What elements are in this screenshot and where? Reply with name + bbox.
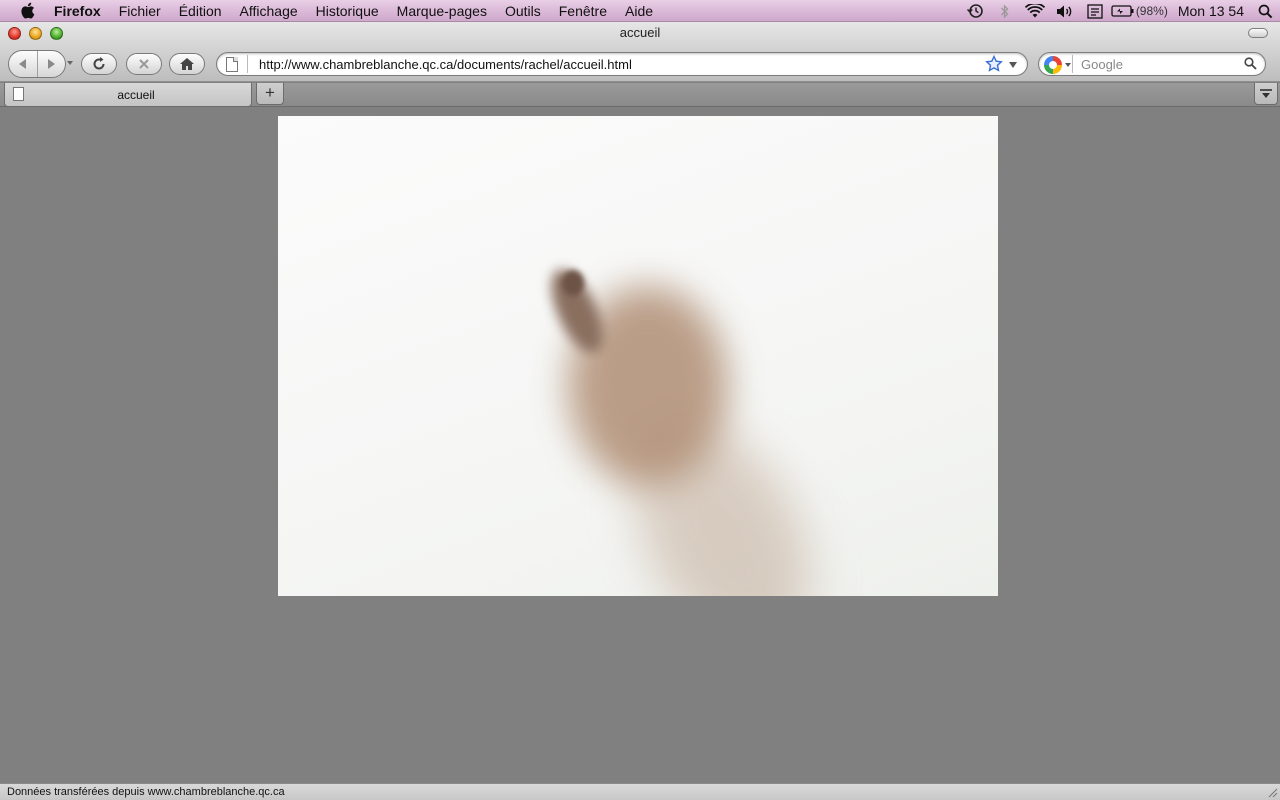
volume-icon[interactable] <box>1050 0 1080 22</box>
input-menu-icon[interactable] <box>1080 0 1110 22</box>
url-bar[interactable]: http://www.chambreblanche.qc.ca/document… <box>216 52 1028 76</box>
photo-fingertip <box>562 270 584 296</box>
menu-marque-pages[interactable]: Marque-pages <box>388 0 496 22</box>
bookmark-star-icon[interactable] <box>985 55 1003 73</box>
menu-aide[interactable]: Aide <box>616 0 662 22</box>
tab-accueil[interactable]: accueil <box>4 83 252 107</box>
window-title: accueil <box>619 25 661 40</box>
menu-edition[interactable]: Édition <box>170 0 231 22</box>
status-bar: Données transférées depuis www.chambrebl… <box>0 783 1280 800</box>
url-separator <box>247 55 248 73</box>
back-arrow-icon <box>18 59 26 69</box>
menu-affichage[interactable]: Affichage <box>231 0 307 22</box>
wifi-icon[interactable] <box>1020 0 1050 22</box>
menu-fichier[interactable]: Fichier <box>110 0 170 22</box>
tab-label: accueil <box>117 88 155 102</box>
list-all-tabs-button[interactable] <box>1254 83 1278 105</box>
toolbar-toggle-button[interactable] <box>1248 28 1268 38</box>
google-engine-icon[interactable] <box>1044 56 1062 74</box>
window-chrome: accueil http://www.chambreblanche.qc.ca/… <box>0 22 1280 82</box>
reload-icon <box>93 57 105 70</box>
tab-strip: accueil + <box>0 83 1280 107</box>
home-button[interactable] <box>169 53 205 75</box>
url-text[interactable]: http://www.chambreblanche.qc.ca/document… <box>259 57 632 72</box>
search-magnifier-icon[interactable] <box>1244 57 1257 70</box>
menu-extras: (98%) Mon 13 54 <box>960 0 1280 22</box>
time-machine-icon[interactable] <box>960 0 990 22</box>
battery-percentage: (98%) <box>1135 4 1168 18</box>
page-identity-icon[interactable] <box>226 57 238 72</box>
forward-button[interactable] <box>36 51 66 77</box>
back-forward-group <box>8 50 66 78</box>
resize-grip-icon[interactable] <box>1266 786 1278 798</box>
stop-icon <box>139 59 149 69</box>
search-input[interactable] <box>1081 55 1241 74</box>
menu-fenetre[interactable]: Fenêtre <box>550 0 616 22</box>
list-all-tabs-icon <box>1260 88 1272 98</box>
apple-menu-icon[interactable] <box>0 2 54 19</box>
home-icon <box>180 58 194 70</box>
status-text: Données transférées depuis www.chambrebl… <box>7 786 285 798</box>
page-content <box>0 108 1280 783</box>
reload-button[interactable] <box>81 53 117 75</box>
menu-historique[interactable]: Historique <box>307 0 388 22</box>
menu-outils[interactable]: Outils <box>496 0 550 22</box>
blurred-hand-photo <box>278 116 998 596</box>
new-tab-button[interactable]: + <box>256 83 284 105</box>
search-separator <box>1072 55 1073 73</box>
search-bar <box>1038 52 1266 76</box>
menubar-clock[interactable]: Mon 13 54 <box>1172 3 1250 19</box>
menu-bar: Firefox Fichier Édition Affichage Histor… <box>0 0 1280 22</box>
stop-button[interactable] <box>126 53 162 75</box>
bluetooth-icon[interactable] <box>990 0 1020 22</box>
navigation-toolbar: http://www.chambreblanche.qc.ca/document… <box>0 48 1280 78</box>
back-button[interactable] <box>9 51 37 77</box>
forward-arrow-icon <box>48 59 56 69</box>
history-dropdown-icon[interactable] <box>67 61 73 65</box>
menu-app-firefox[interactable]: Firefox <box>54 0 110 22</box>
search-engine-dropdown-icon[interactable] <box>1065 63 1071 67</box>
url-history-dropdown-icon[interactable] <box>1009 62 1017 68</box>
battery-icon[interactable] <box>1110 0 1136 22</box>
spotlight-search-icon[interactable] <box>1250 0 1280 22</box>
